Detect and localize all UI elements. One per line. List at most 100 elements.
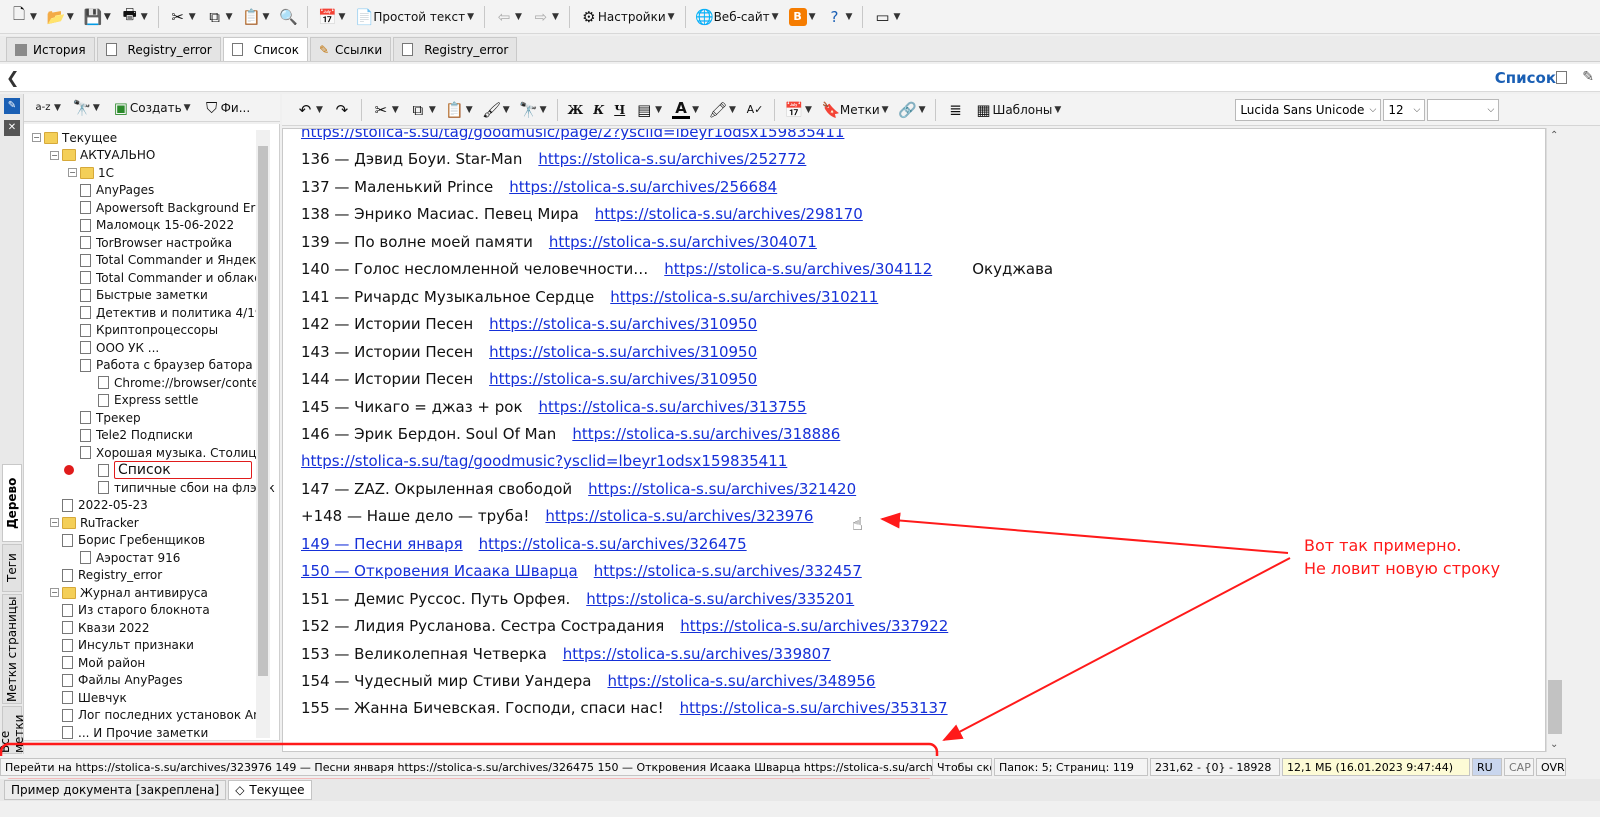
hyperlink[interactable]: https://stolica-s.su/archives/310950 [489, 315, 757, 333]
side-tab-all-labels[interactable]: Все метки [0, 706, 26, 754]
tab-list[interactable]: Список [222, 37, 308, 61]
text-line[interactable]: 154 — Чудесный мир Стиви Уандера https://… [301, 672, 875, 696]
bottom-tab-current[interactable]: ◇ Текущее [228, 780, 312, 800]
forward-button[interactable]: ⇨ ▼ [528, 4, 563, 30]
underline-button[interactable]: Ч [610, 97, 629, 123]
tree-item[interactable]: 2022-05-23 [50, 497, 148, 514]
hyperlink[interactable]: https://stolica-s.su/archives/304112 [664, 260, 932, 278]
hyperlink[interactable]: https://stolica-s.su/archives/313755 [539, 398, 807, 416]
editor-paste-button[interactable]: 📋 ▼ [442, 97, 477, 123]
view-button[interactable]: ▭ ▼ [869, 4, 904, 30]
font-size-select[interactable]: 12 ⌵ [1383, 98, 1426, 121]
tree-item[interactable]: − Текущее [32, 129, 117, 146]
tree-item[interactable]: Детектив и политика 4/19 [68, 304, 262, 321]
hyperlink[interactable]: https://stolica-s.su/archives/353137 [680, 699, 948, 717]
hyperlink[interactable]: https://stolica-s.su/tag/goodmusic?yscli… [301, 452, 787, 470]
hyperlink[interactable]: https://stolica-s.su/archives/252772 [538, 150, 806, 168]
tree-item[interactable]: Total Commander и Яндекс [68, 252, 263, 269]
tree-item[interactable]: Работа с браузер батора [68, 357, 253, 374]
highlight-button[interactable]: 🖍 ▼ [705, 97, 740, 123]
hyperlink[interactable]: https://stolica-s.su/archives/332457 [594, 562, 862, 580]
text-line[interactable]: https://stolica-s.su/tag/goodmusic?yscli… [301, 452, 787, 476]
tree-item[interactable]: Хорошая музыка. Столица [68, 444, 264, 461]
hyperlink[interactable]: https://stolica-s.su/archives/298170 [595, 205, 863, 223]
style-select[interactable]: ⌵ [1427, 98, 1500, 121]
filter-button[interactable]: ⛉ Фи... [199, 95, 255, 121]
side-tab-page-labels[interactable]: Метки страницы [2, 594, 22, 704]
blogger-button[interactable]: B ▼ [785, 4, 820, 30]
back-arrow-icon[interactable]: ❮ [6, 68, 19, 87]
hyperlink[interactable]: https://stolica-s.su/archives/310211 [610, 288, 878, 306]
tree-item[interactable]: Аэростат 916 [68, 549, 180, 566]
spellcheck-button[interactable]: A✓ [742, 97, 768, 123]
text-line[interactable]: +148 — Наше дело — труба! https://stolica… [301, 507, 813, 531]
bold-button[interactable]: Ж [564, 97, 588, 123]
tree-item[interactable]: ООО УК ... [68, 339, 159, 356]
tree-item[interactable]: Лог последних установок Anl [50, 707, 264, 724]
editor-copy-button[interactable]: ⧉ ▼ [405, 97, 440, 123]
undo-button[interactable]: ↶ ▼ [292, 97, 327, 123]
paste-button[interactable]: 📋 ▼ [239, 4, 274, 30]
tree-item[interactable]: TorBrowser настройка [68, 234, 232, 251]
hyperlink[interactable]: https://stolica-s.su/archives/310950 [489, 343, 757, 361]
tree-item[interactable]: AnyPages [68, 182, 154, 199]
help-button[interactable]: ? ▼ [822, 4, 857, 30]
expand-toggle-icon[interactable]: − [68, 168, 77, 177]
tab-history[interactable]: История [6, 37, 95, 61]
create-button[interactable]: ▣ Создать ▼ [108, 95, 195, 121]
tree-hscrollbar[interactable] [24, 740, 280, 752]
scroll-down-icon[interactable]: ⌄ [1550, 739, 1558, 750]
website-button[interactable]: 🌐 Веб-сайт ▼ [692, 4, 783, 30]
text-line[interactable]: 144 — Истории Песен https://stolica-s.su/… [301, 370, 757, 394]
text-line[interactable]: 145 — Чикаго = джаз + рок https://stolica… [301, 398, 807, 422]
expand-toggle-icon[interactable]: − [50, 518, 59, 527]
text-line[interactable]: https://stolica-s.su/tag/goodmusic/page/… [301, 129, 844, 147]
styles-button[interactable]: ▤ ▼ [631, 97, 666, 123]
hyperlink[interactable]: https://stolica-s.su/archives/321420 [588, 480, 856, 498]
font-color-button[interactable]: A ▼ [668, 97, 703, 123]
tree-item[interactable]: Мой район [50, 654, 145, 671]
hyperlink[interactable]: https://stolica-s.su/tag/goodmusic/page/… [301, 129, 844, 141]
format-dropdown[interactable]: 📄 Простой текст ▼ [351, 4, 478, 30]
text-line[interactable]: 150 — Откровения Исаака Шварца https://st… [301, 562, 862, 586]
tree-item[interactable]: Криптопроцессоры [68, 322, 218, 339]
editor-area[interactable]: https://stolica-s.su/tag/goodmusic/page/… [282, 128, 1546, 752]
text-line[interactable]: 137 — Маленький Prince https://stolica-s.… [301, 178, 777, 202]
tree-item[interactable]: Tele2 Подписки [68, 427, 193, 444]
sort-button[interactable]: a-z ▼ [30, 95, 65, 121]
tree-item[interactable]: Квази 2022 [50, 619, 149, 636]
settings-button[interactable]: ⚙ Настройки ▼ [576, 4, 679, 30]
templates-button[interactable]: ▦ Шаблоны ▼ [970, 97, 1065, 123]
calendar-button[interactable]: 📅 ▼ [314, 4, 349, 30]
tab-registry-error-1[interactable]: Registry_error [96, 37, 221, 61]
tree-item[interactable]: Трекер [68, 409, 141, 426]
side-tab-tree[interactable]: Дерево [2, 464, 22, 542]
tree-item[interactable]: Борис Гребенщиков [50, 532, 205, 549]
scroll-up-icon[interactable]: ⌃ [1550, 130, 1558, 141]
text-line[interactable]: 151 — Демис Руссос. Путь Орфея. https://s… [301, 590, 854, 614]
text-line[interactable]: 143 — Истории Песен https://stolica-s.su/… [301, 343, 757, 367]
italic-button[interactable]: К [589, 97, 608, 123]
editor-cut-button[interactable]: ✂ ▼ [368, 97, 403, 123]
save-button[interactable]: 💾 ▼ [80, 4, 115, 30]
copy-button[interactable]: ⧉ ▼ [202, 4, 237, 30]
tree-scrollbar-thumb[interactable] [258, 146, 268, 676]
tree-item[interactable]: Быстрые заметки [68, 287, 208, 304]
format-painter-button[interactable]: 🖌 ▼ [479, 97, 514, 123]
hyperlink[interactable]: https://stolica-s.su/archives/323976 [545, 507, 813, 525]
open-button[interactable]: 📂 ▼ [43, 4, 78, 30]
expand-toggle-icon[interactable]: − [32, 133, 41, 142]
tree-item[interactable]: Файлы AnyPages [50, 672, 183, 689]
tree-item[interactable]: типичные сбои на флэшк [86, 479, 275, 496]
hyperlink[interactable]: https://stolica-s.su/archives/304071 [549, 233, 817, 251]
font-family-select[interactable]: Lucida Sans Unicode ⌵ [1235, 98, 1382, 121]
hyperlink[interactable]: https://stolica-s.su/archives/335201 [586, 590, 854, 608]
line-title[interactable]: 149 — Песни января [301, 535, 463, 553]
tree-item[interactable]: Список [64, 461, 252, 479]
labels-button[interactable]: 🔖 Метки ▼ [818, 97, 893, 123]
editor-scrollbar[interactable]: ⌃ ⌄ [1546, 128, 1564, 752]
text-line[interactable]: 153 — Великолепная Четверка https://stoli… [301, 645, 831, 669]
hyperlink[interactable]: https://stolica-s.su/archives/310950 [489, 370, 757, 388]
text-line[interactable]: 136 — Дэвид Боуи. Star-Man https://stolic… [301, 150, 806, 174]
tree-item[interactable]: Express settle [86, 392, 198, 409]
